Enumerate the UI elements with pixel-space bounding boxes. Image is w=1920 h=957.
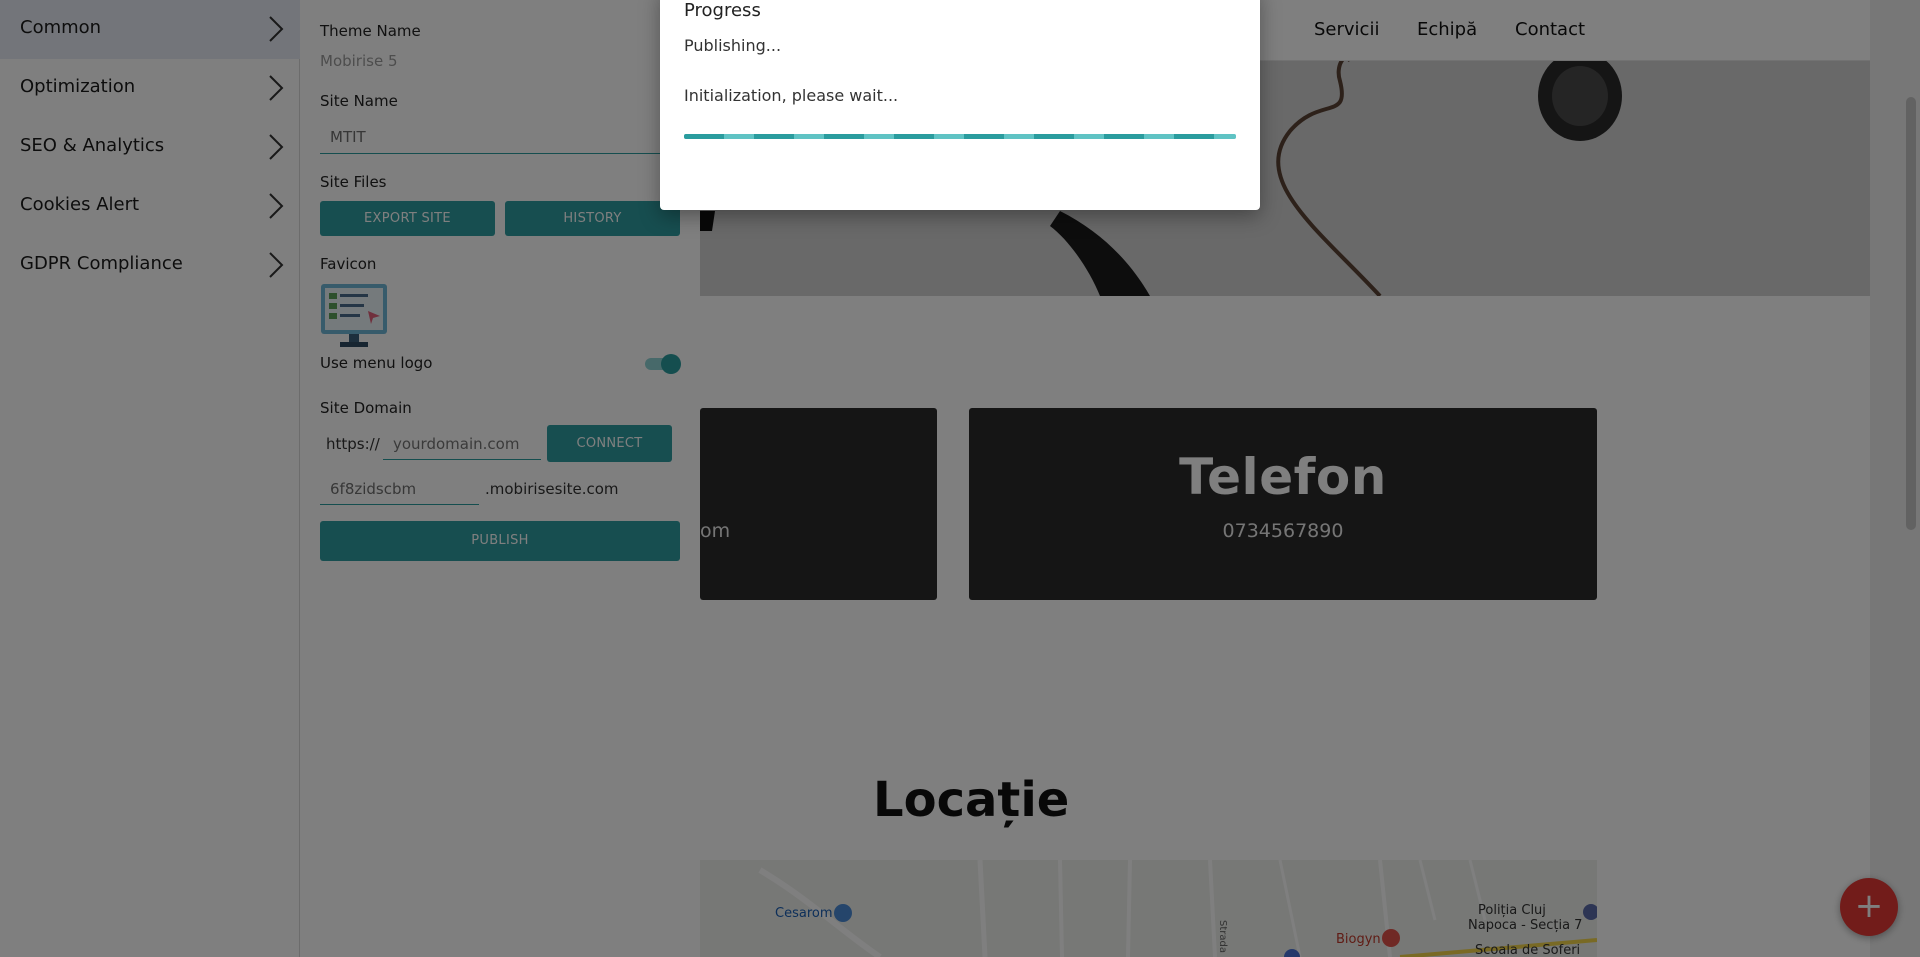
dialog-status: Publishing... [684, 36, 782, 55]
dialog-message: Initialization, please wait... [684, 86, 899, 105]
progress-bar [684, 134, 1236, 139]
dialog-title: Progress [684, 0, 761, 21]
progress-bar-fill [684, 134, 1236, 139]
progress-dialog: Progress Publishing... Initialization, p… [660, 0, 1260, 210]
